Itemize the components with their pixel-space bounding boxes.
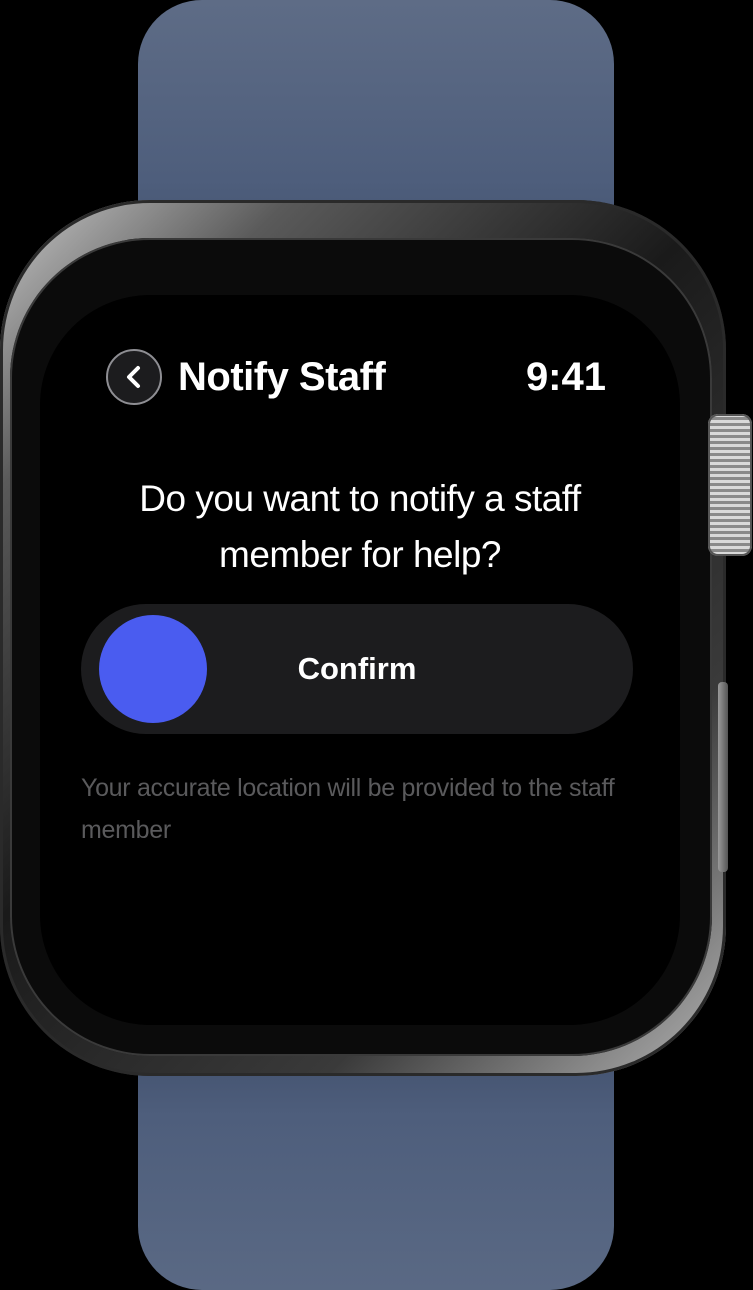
page-title: Notify Staff: [178, 355, 386, 399]
side-button[interactable]: [718, 682, 728, 872]
back-button[interactable]: [106, 349, 162, 405]
chevron-left-icon: [123, 364, 145, 390]
location-note: Your accurate location will be provided …: [81, 774, 615, 844]
digital-crown[interactable]: [708, 414, 752, 556]
status-time: 9:41: [525, 355, 606, 399]
watch-screen: Notify Staff 9:41 Do you want to notify …: [40, 295, 680, 1025]
confirm-slider-knob[interactable]: [99, 615, 207, 723]
confirm-slider[interactable]: Confirm: [81, 604, 633, 734]
prompt-question: Do you want to notify a staff member for…: [139, 478, 581, 575]
